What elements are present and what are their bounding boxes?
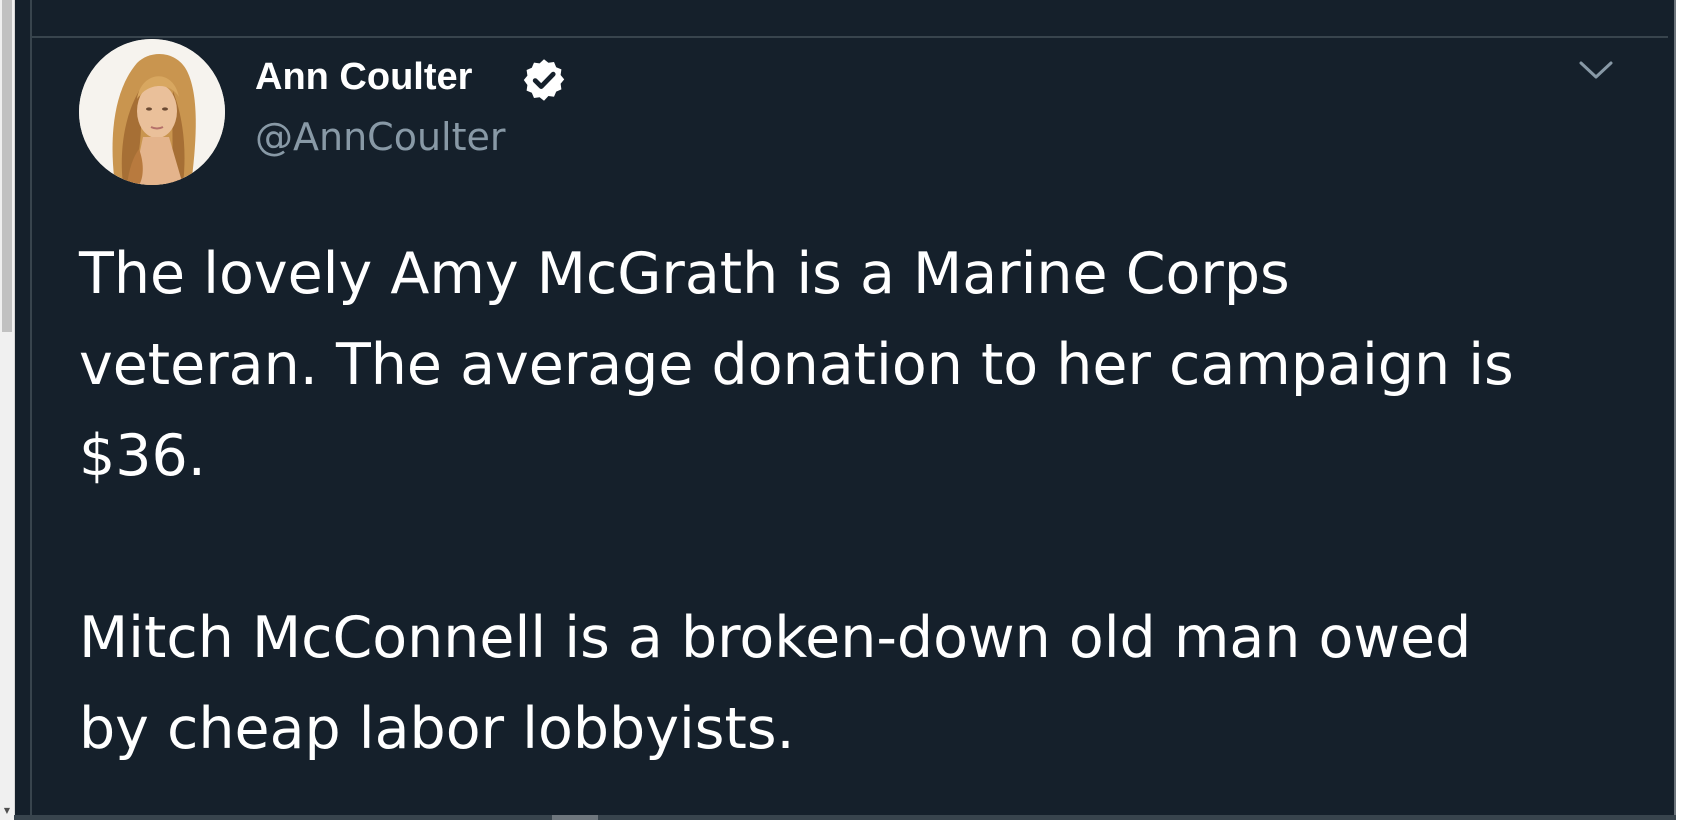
avatar-image	[79, 39, 225, 185]
user-handle[interactable]: @AnnCoulter	[255, 113, 506, 161]
vertical-scrollbar[interactable]: ▼	[0, 0, 15, 820]
horizontal-scrollbar-thumb[interactable]	[552, 815, 598, 820]
tweet-text-line: veteran. The average donation to her cam…	[79, 332, 1514, 398]
horizontal-scrollbar[interactable]	[14, 815, 1676, 820]
scroll-down-arrow-icon[interactable]: ▼	[0, 804, 14, 818]
scrollbar-thumb[interactable]	[2, 0, 12, 332]
tweet-text: The lovely Amy McGrath is a Marine Corps…	[79, 229, 1639, 775]
divider	[32, 36, 1668, 38]
tweet-text-line: $36.	[79, 423, 206, 489]
chevron-down-icon[interactable]	[1578, 58, 1614, 82]
display-name[interactable]: Ann Coulter	[255, 53, 472, 101]
tweet-text-line: The lovely Amy McGrath is a Marine Corps	[79, 241, 1290, 307]
tweet-text-line: by cheap labor lobbyists.	[79, 696, 795, 762]
tweet-card: Ann Coulter @AnnCoulter The lovely Amy M…	[30, 0, 1668, 815]
window-edge	[1674, 0, 1685, 820]
verified-badge-icon	[523, 59, 565, 101]
tweet-text-line: Mitch McConnell is a broken-down old man…	[79, 605, 1472, 671]
avatar[interactable]	[79, 39, 225, 185]
